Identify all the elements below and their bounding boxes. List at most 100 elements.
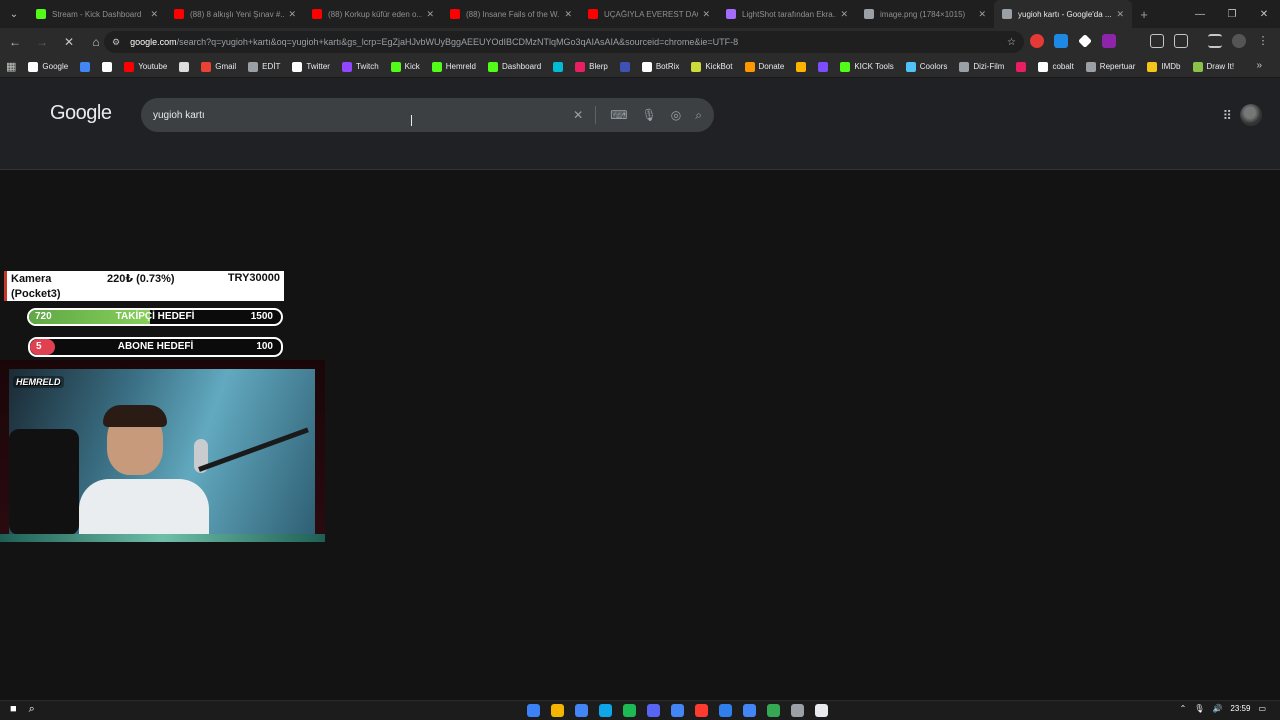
- bookmark-item[interactable]: BotRix: [641, 61, 679, 72]
- tab-title: yugioh kartı - Google'da ...: [1018, 9, 1112, 19]
- taskbar-app-icon[interactable]: [527, 704, 540, 717]
- taskbar-app-icon[interactable]: [743, 704, 756, 717]
- tab-search-icon[interactable]: ⌄: [0, 0, 28, 28]
- browser-tab[interactable]: (88) Korkup küfür eden o... ✕: [304, 0, 442, 28]
- bookmark-item[interactable]: [1016, 61, 1030, 72]
- taskbar-app-icon[interactable]: [671, 704, 684, 717]
- bookmark-item[interactable]: Google: [28, 61, 68, 72]
- extension-icon[interactable]: [1150, 34, 1164, 48]
- taskbar-app-icon[interactable]: [623, 704, 636, 717]
- extension-icon[interactable]: [1030, 34, 1044, 48]
- taskbar-app-icon[interactable]: [767, 704, 780, 717]
- bookmark-item[interactable]: Youtube: [124, 61, 167, 72]
- microphone-icon[interactable]: 🎙: [1194, 704, 1204, 713]
- bookmark-item[interactable]: Kick: [390, 61, 420, 72]
- close-window-icon[interactable]: ✕: [1248, 0, 1280, 28]
- more-bookmarks-icon[interactable]: »: [1256, 60, 1262, 71]
- bookmark-item[interactable]: [102, 61, 116, 72]
- taskbar-app-icon[interactable]: [719, 704, 732, 717]
- extension-icon[interactable]: [1102, 34, 1116, 48]
- search-box[interactable]: yugioh kartı ✕ ⌨ 🎙 ◎ ⌕: [141, 98, 714, 132]
- search-input[interactable]: yugioh kartı: [153, 110, 559, 121]
- clear-icon[interactable]: ✕: [573, 108, 583, 122]
- bookmark-item[interactable]: Hemreld: [431, 61, 476, 72]
- bookmark-label: Hemreld: [445, 62, 476, 71]
- bookmark-item[interactable]: IMDb: [1147, 61, 1181, 72]
- tab-close-icon[interactable]: ✕: [150, 9, 158, 20]
- bookmark-item[interactable]: EDİT: [248, 61, 280, 72]
- taskbar-app-icon[interactable]: [815, 704, 828, 717]
- tab-close-icon[interactable]: ✕: [564, 9, 572, 20]
- bookmark-item[interactable]: Coolors: [905, 61, 947, 72]
- tab-close-icon[interactable]: ✕: [288, 9, 296, 20]
- restore-icon[interactable]: ❐: [1216, 0, 1248, 28]
- clock[interactable]: 23:59: [1230, 704, 1250, 713]
- extension-icon[interactable]: [1054, 34, 1068, 48]
- browser-tab[interactable]: (88) Insane Fails of the W... ✕: [442, 0, 580, 28]
- taskbar-app-icon[interactable]: [695, 704, 708, 717]
- bookmark-item[interactable]: cobalt: [1038, 61, 1074, 72]
- browser-tab[interactable]: UÇAĞIYLA EVEREST DAĞ... ✕: [580, 0, 718, 28]
- microphone-icon[interactable]: 🎙: [642, 108, 657, 122]
- browser-tab[interactable]: yugioh kartı - Google'da ... ✕: [994, 0, 1132, 28]
- volume-icon[interactable]: 🔊: [1212, 704, 1222, 713]
- tab-close-icon[interactable]: ✕: [840, 9, 848, 20]
- bookmark-item[interactable]: [818, 61, 832, 72]
- taskbar-app-icon[interactable]: [551, 704, 564, 717]
- start-icon[interactable]: ■: [10, 703, 17, 716]
- keyboard-icon[interactable]: ⌨: [610, 108, 627, 122]
- profile-avatar-icon[interactable]: [1232, 34, 1246, 48]
- bookmark-item[interactable]: Draw It!: [1192, 61, 1234, 72]
- taskbar-app-icon[interactable]: [791, 704, 804, 717]
- tab-close-icon[interactable]: ✕: [1116, 9, 1124, 20]
- bookmark-item[interactable]: Twitch: [341, 61, 379, 72]
- notification-icon[interactable]: ▭: [1258, 704, 1266, 713]
- tab-close-icon[interactable]: ✕: [702, 9, 710, 20]
- address-bar[interactable]: ⚙ google.com/search?q=yugioh+kartı&oq=yu…: [104, 31, 1024, 53]
- new-tab-button[interactable]: +: [1132, 7, 1156, 22]
- browser-tab[interactable]: LightShot tarafından Ekra... ✕: [718, 0, 856, 28]
- site-info-icon[interactable]: ⚙: [112, 37, 120, 48]
- back-icon[interactable]: ←: [3, 30, 27, 54]
- bookmark-item[interactable]: KICK Tools: [840, 61, 894, 72]
- bookmark-item[interactable]: [179, 61, 193, 72]
- apps-grid-icon[interactable]: ▦: [6, 60, 16, 73]
- bookmark-item[interactable]: Twitter: [292, 61, 330, 72]
- tab-close-icon[interactable]: ✕: [978, 9, 986, 20]
- google-logo[interactable]: Google: [50, 102, 112, 125]
- bookmark-item[interactable]: [619, 61, 634, 72]
- taskbar-app-icon[interactable]: [599, 704, 612, 717]
- lens-camera-icon[interactable]: ◎: [671, 108, 681, 122]
- bookmark-item[interactable]: KickBot: [691, 61, 733, 72]
- bookmark-item[interactable]: Donate: [744, 61, 784, 72]
- bookmark-item[interactable]: Gmail: [201, 61, 236, 72]
- bookmark-item[interactable]: Dashboard: [488, 61, 541, 72]
- account-avatar[interactable]: [1240, 104, 1262, 126]
- browser-tab[interactable]: image.png (1784×1015) ✕: [856, 0, 994, 28]
- taskbar-app-icon[interactable]: [575, 704, 588, 717]
- google-apps-icon[interactable]: ⠿: [1222, 108, 1232, 124]
- forward-icon[interactable]: →: [30, 30, 54, 54]
- bookmark-item[interactable]: Blerp: [575, 61, 608, 72]
- bookmark-star-icon[interactable]: ☆: [1007, 37, 1016, 48]
- extensions-puzzle-icon[interactable]: [1174, 34, 1188, 48]
- bookmark-favicon-icon: [292, 61, 303, 72]
- bookmark-item[interactable]: [80, 61, 94, 72]
- reload-icon[interactable]: ✕: [57, 30, 81, 54]
- tab-close-icon[interactable]: ✕: [426, 9, 434, 20]
- bookmark-item[interactable]: Dizi-Film: [959, 61, 1004, 72]
- taskbar-app-icon[interactable]: [647, 704, 660, 717]
- extension-icon[interactable]: [1078, 34, 1092, 48]
- browser-tab[interactable]: (88) 8 alkışlı Yeni Şınav #... ✕: [166, 0, 304, 28]
- search-icon[interactable]: ⌕: [29, 703, 35, 716]
- browser-tab[interactable]: Stream - Kick Dashboard ✕: [28, 0, 166, 28]
- tab-title: LightShot tarafından Ekra...: [742, 9, 837, 19]
- chevron-up-icon[interactable]: ⌃: [1180, 704, 1187, 713]
- bookmark-item[interactable]: Repertuar: [1085, 61, 1135, 72]
- bookmark-item[interactable]: [553, 61, 567, 72]
- search-icon[interactable]: ⌕: [695, 108, 702, 123]
- bookmark-item[interactable]: [796, 61, 810, 72]
- media-control-icon[interactable]: [1208, 34, 1222, 48]
- menu-kebab-icon[interactable]: ⋮: [1256, 34, 1270, 48]
- minimize-icon[interactable]: —: [1184, 0, 1216, 28]
